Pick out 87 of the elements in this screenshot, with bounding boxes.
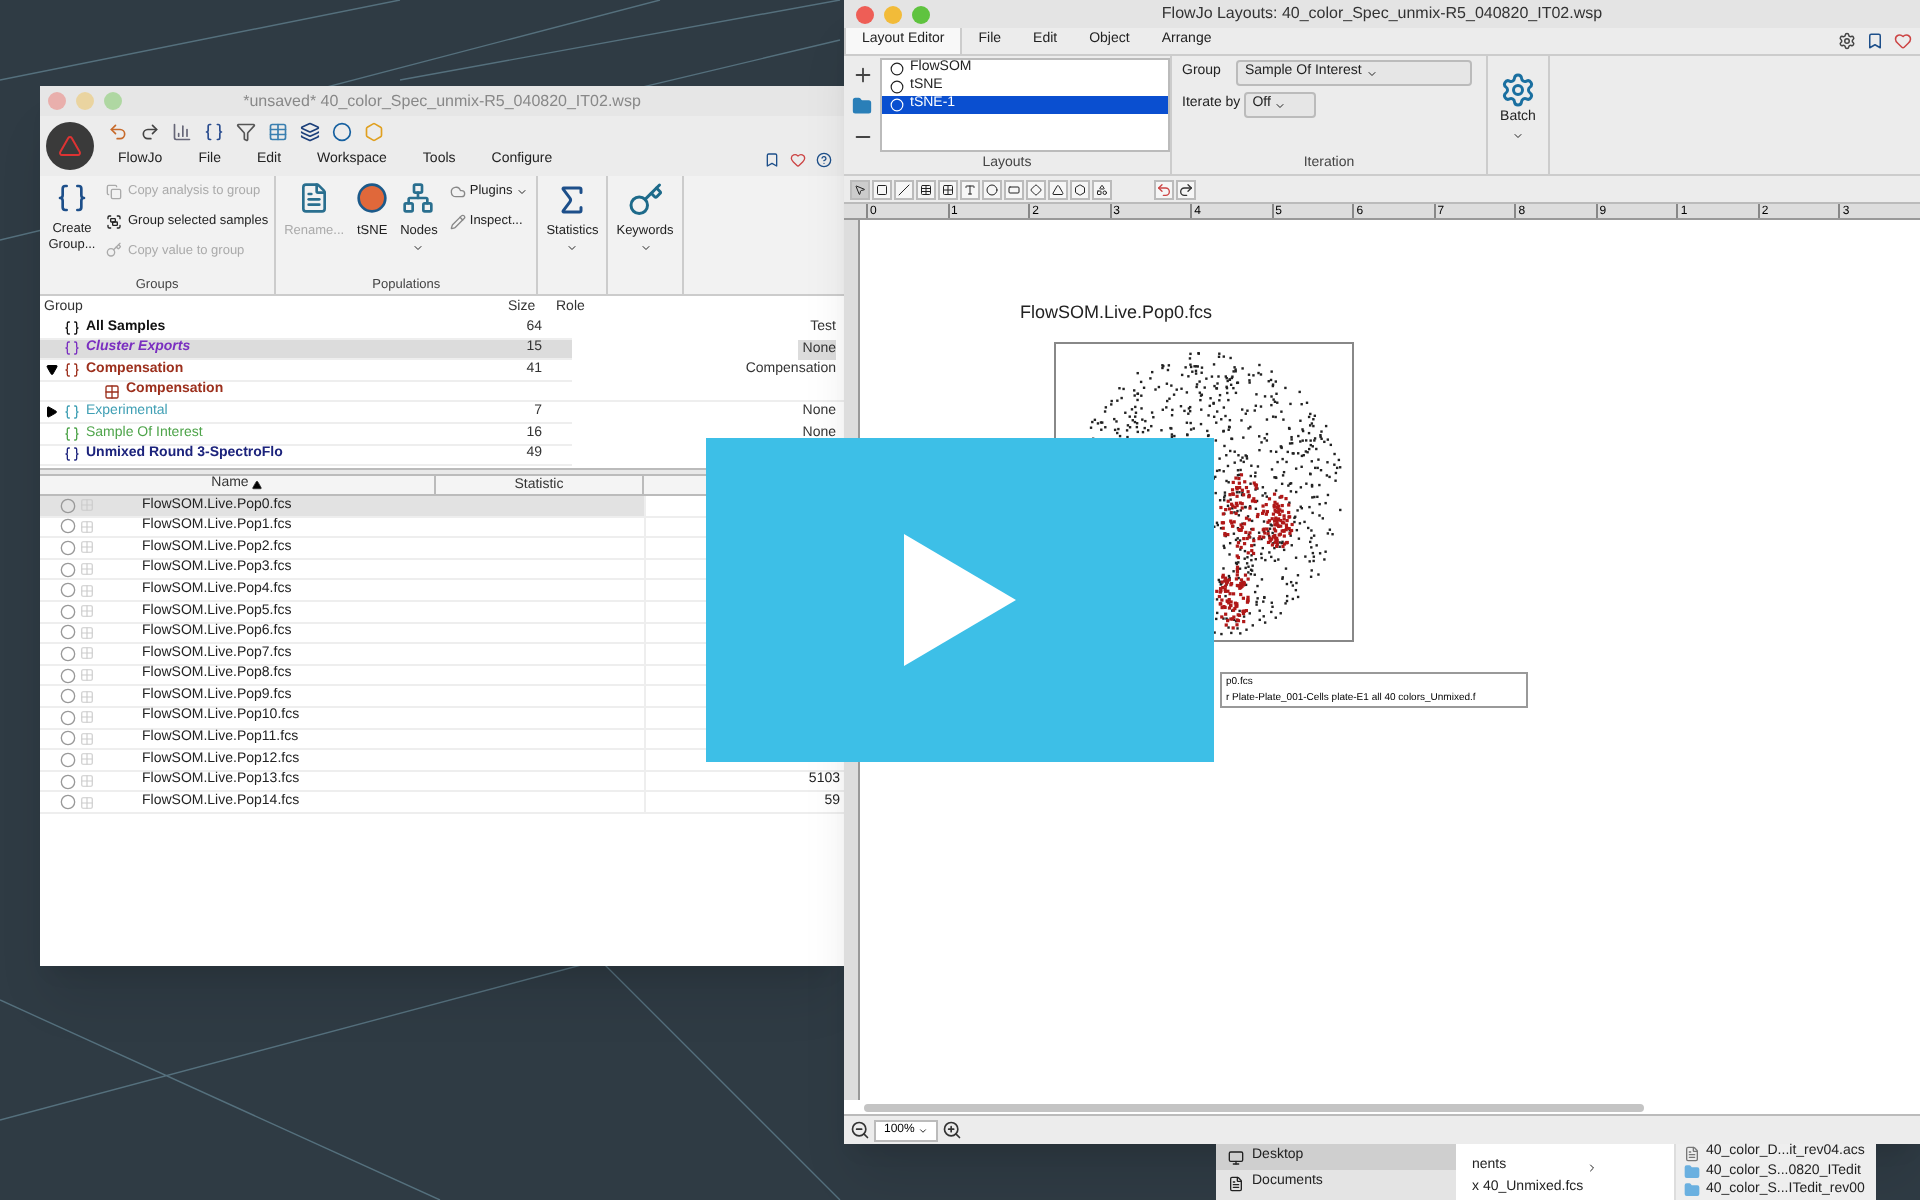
play-icon xyxy=(904,534,1016,666)
sample-icon xyxy=(80,646,94,661)
gear-icon xyxy=(1500,72,1536,108)
add-icon[interactable] xyxy=(851,63,873,86)
document-icon xyxy=(1228,1175,1244,1191)
rectangle-icon[interactable] xyxy=(872,179,892,199)
shapes-icon[interactable] xyxy=(1092,179,1112,199)
folder-icon[interactable] xyxy=(852,95,872,116)
ribbon-icon xyxy=(356,182,389,214)
zoom-out-icon[interactable] xyxy=(850,1120,870,1140)
sample-icon xyxy=(80,519,94,534)
group-icon xyxy=(64,340,80,357)
group-icon xyxy=(64,446,80,463)
rounded-rectangle-icon[interactable] xyxy=(1004,179,1024,199)
caret-icon xyxy=(516,185,529,198)
sample-icon xyxy=(80,710,94,725)
settings-icon[interactable] xyxy=(1838,32,1856,50)
caret-icon xyxy=(1512,129,1524,141)
line-icon[interactable] xyxy=(894,179,914,199)
sample-icon xyxy=(80,752,94,767)
plot-title: FlowSOM.Live.Pop0.fcs xyxy=(1020,300,1215,326)
window-title: *unsaved* 40_color_Spec_unmix-R5_040820_IT02.wsp xyxy=(241,89,643,113)
braces-icon xyxy=(56,182,88,214)
play-button[interactable] xyxy=(706,438,1214,762)
table-icon[interactable] xyxy=(916,179,936,199)
sample-icon xyxy=(80,795,94,810)
group-icon xyxy=(64,319,80,336)
caret-icon xyxy=(918,1125,929,1135)
filter-icon[interactable] xyxy=(236,122,256,142)
cloud-icon xyxy=(449,183,466,200)
pointer-icon[interactable] xyxy=(850,179,870,199)
braces-icon[interactable] xyxy=(204,122,224,142)
sample-icon xyxy=(80,774,94,789)
sample-icon xyxy=(80,498,94,513)
ribbon-icon xyxy=(402,182,435,214)
chevron-icon xyxy=(1586,1161,1599,1173)
action-icon xyxy=(106,213,122,230)
ellipse-icon[interactable] xyxy=(982,179,1002,199)
polygon-icon[interactable] xyxy=(1070,179,1090,199)
caret-icon xyxy=(639,241,651,254)
sample-icon xyxy=(80,540,94,555)
sample-icon xyxy=(80,689,94,704)
file-icon xyxy=(1684,1145,1700,1162)
grid-icon[interactable] xyxy=(938,179,958,199)
desktop-icon xyxy=(1228,1149,1244,1165)
sample-icon xyxy=(80,731,94,746)
collapsed-triangle-icon[interactable] xyxy=(46,406,58,419)
sample-icon xyxy=(80,668,94,683)
sample-icon xyxy=(80,604,94,619)
caret-icon xyxy=(1274,99,1287,111)
matrix-icon xyxy=(104,383,120,400)
layers-icon[interactable] xyxy=(300,122,320,142)
app-logo[interactable] xyxy=(46,122,94,170)
redo-icon[interactable] xyxy=(140,122,160,142)
pencil-icon xyxy=(449,213,466,230)
bookmark-icon[interactable] xyxy=(764,152,780,168)
key-icon xyxy=(627,182,663,218)
bookmark-icon[interactable] xyxy=(1866,32,1884,50)
triangle-icon[interactable] xyxy=(1048,179,1068,199)
heart-icon[interactable] xyxy=(1894,32,1912,50)
group-icon xyxy=(64,361,80,378)
circle-icon[interactable] xyxy=(332,122,352,142)
action-icon xyxy=(106,183,122,200)
group-icon xyxy=(64,404,80,421)
action-icon xyxy=(106,242,122,259)
group-icon xyxy=(64,425,80,442)
caret-icon xyxy=(566,241,579,254)
sample-icon xyxy=(80,583,94,598)
help-icon[interactable] xyxy=(816,152,832,168)
window-title: FlowJo Layouts: 40_color_Spec_unmix-R5_040820_IT02.wsp xyxy=(1159,2,1605,26)
sort-ascending-icon xyxy=(252,480,263,490)
ribbon-icon xyxy=(298,182,331,214)
caret-icon xyxy=(412,241,425,254)
undo-icon[interactable] xyxy=(1154,179,1174,199)
heart-icon[interactable] xyxy=(790,152,806,168)
expanded-triangle-icon[interactable] xyxy=(46,363,58,376)
zoom-in-icon[interactable] xyxy=(942,1120,963,1140)
sample-icon xyxy=(80,625,94,640)
text-tool-icon[interactable] xyxy=(960,179,980,199)
redo-icon[interactable] xyxy=(1176,179,1196,199)
caret-icon xyxy=(1365,67,1378,79)
scrollbar-thumb[interactable] xyxy=(864,1103,1644,1111)
close-button[interactable] xyxy=(856,5,874,23)
undo-icon[interactable] xyxy=(108,122,128,142)
chart-icon[interactable] xyxy=(172,122,192,142)
logo-icon xyxy=(58,134,82,158)
sample-icon xyxy=(80,562,94,577)
